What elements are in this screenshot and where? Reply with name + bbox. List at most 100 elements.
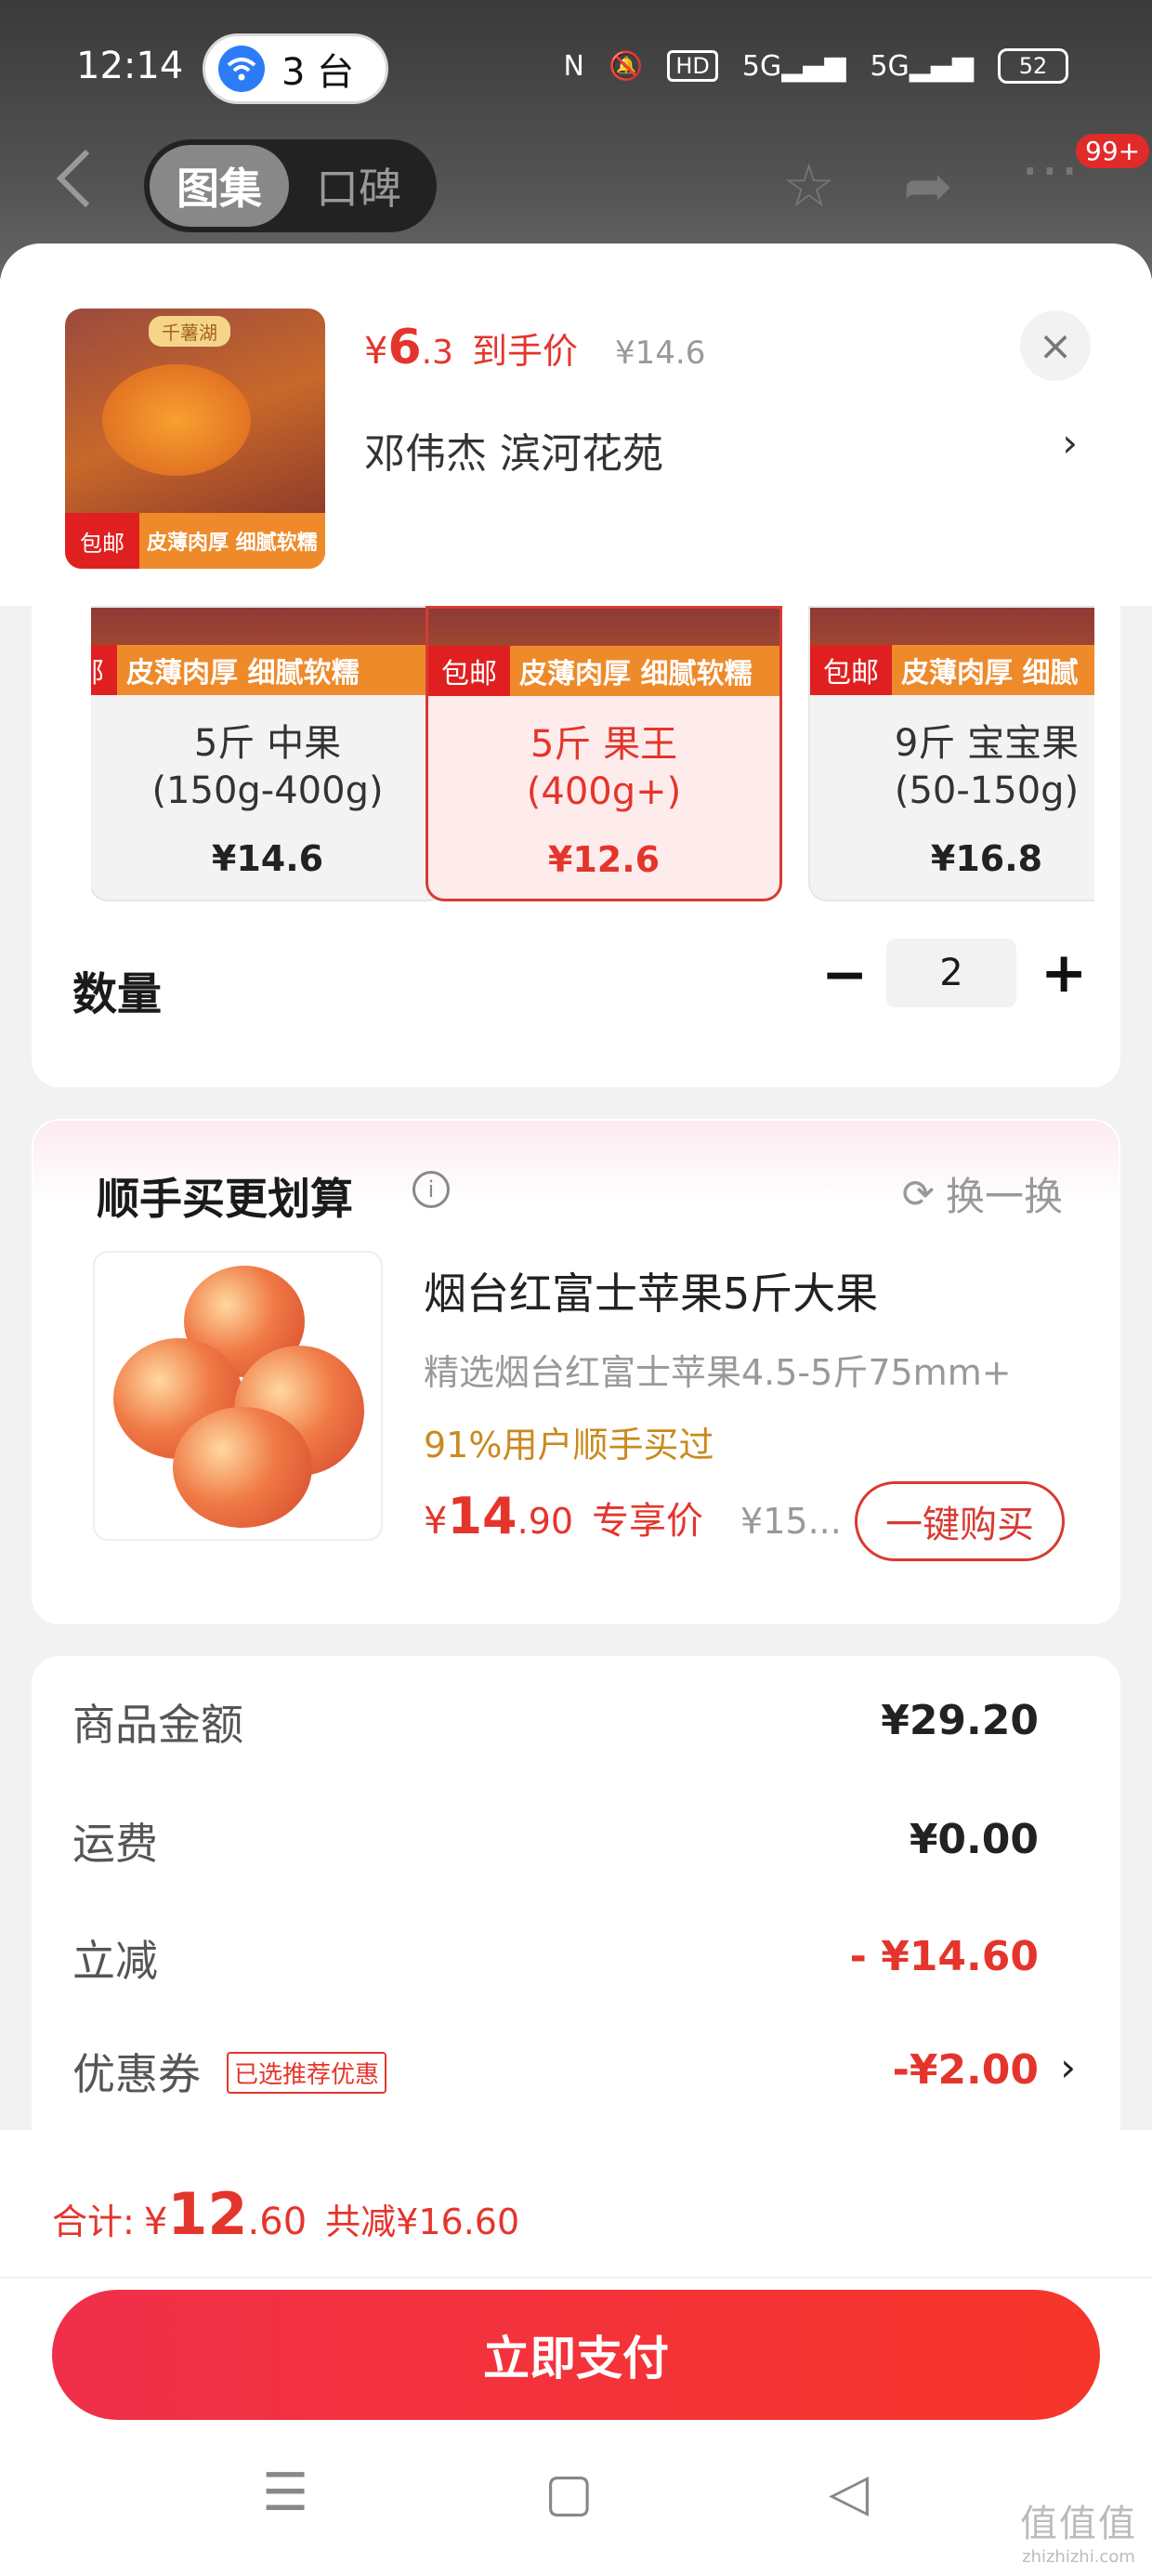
quantity-label: 数量	[72, 968, 163, 1020]
fee-label: 商品金额	[72, 1700, 243, 1750]
option-price: ¥14.6	[211, 838, 324, 879]
back-arrow-icon[interactable]	[56, 149, 115, 208]
option-strip: 包邮 皮薄肉厚 细腻软糯	[91, 645, 444, 695]
watermark: 值值值 zhizhizhi.com	[1020, 2493, 1137, 2567]
divider	[0, 2277, 1152, 2279]
back-icon[interactable]: ◁	[829, 2463, 869, 2523]
top-nav: 图集 口碑 ☆ ➦ ⋯ 99+	[0, 134, 1152, 232]
option-strip: 包邮 皮薄肉厚 细腻	[810, 645, 1094, 695]
option-name: 9斤 宝宝果	[894, 722, 1080, 765]
option-price: ¥12.6	[547, 839, 661, 880]
tab-reviews[interactable]: 口碑	[289, 155, 428, 217]
apple-product-image[interactable]	[93, 1251, 383, 1541]
option-weight: (50-150g)	[894, 769, 1080, 812]
fee-value: ¥29.20	[881, 1697, 1039, 1744]
total-saved: 共减¥16.60	[325, 2201, 520, 2242]
more-icon[interactable]: ⋯	[1020, 136, 1080, 204]
info-icon[interactable]: i	[412, 1171, 450, 1208]
sheet-header: 千薯湖 包邮 皮薄肉厚 细腻软糯 ¥ 6 .3 到手价 ¥14.6 邓伟杰 滨河…	[0, 243, 1152, 606]
upsell-card: 顺手买更划算 i ⟳ 换一换 烟台红富士苹果5斤大果 精选烟台红富士苹果4.5-…	[32, 1119, 1120, 1624]
hotspot-count: 3 台	[281, 51, 355, 94]
fee-label: 运费	[72, 1819, 158, 1869]
status-icons: N 🔕 HD 5G▂▄▆ 5G▂▄▆ 52	[564, 48, 1068, 84]
quantity-input[interactable]: 2	[886, 939, 1016, 1007]
price-currency: ¥	[364, 330, 388, 373]
delivery-address[interactable]: 邓伟杰 滨河花苑	[364, 420, 663, 480]
option-baoyou: 包邮	[91, 645, 117, 695]
spec-option-3[interactable]: 包邮 皮薄肉厚 细腻 9斤 宝宝果 (50-150g) ¥16.8	[808, 606, 1094, 901]
hd-icon: HD	[667, 50, 718, 82]
checkout-footer: 合计: ¥ 12 .60 共减¥16.60 立即支付 ☰ ▢ ◁ 值值值 zhi…	[0, 2130, 1152, 2576]
upsell-price-integer: 14	[447, 1487, 517, 1545]
upsell-product-name[interactable]: 烟台红富士苹果5斤大果	[424, 1260, 878, 1321]
total-integer: 12	[167, 2180, 248, 2248]
chevron-right-icon[interactable]: ›	[1060, 2044, 1076, 2090]
status-bar: 12:14 3 台 N 🔕 HD 5G▂▄▆ 5G▂▄▆ 52	[0, 0, 1152, 139]
option-strip-text: 皮薄肉厚 细腻软糯	[519, 658, 753, 690]
option-price: ¥16.8	[930, 838, 1043, 879]
pay-now-button[interactable]: 立即支付	[52, 2290, 1100, 2420]
total-label: 合计:	[52, 2201, 135, 2242]
signal-5g-icon-2: 5G▂▄▆	[870, 49, 974, 83]
home-icon[interactable]: ▢	[544, 2463, 594, 2523]
system-nav: ☰ ▢ ◁	[0, 2453, 1152, 2556]
upsell-original-price: ¥15...	[740, 1501, 842, 1542]
fee-label: 立减	[72, 1936, 158, 1986]
watermark-text: 值值值	[1020, 2503, 1137, 2545]
one-click-buy-button[interactable]: 一键购买	[855, 1481, 1065, 1561]
menu-icon[interactable]: ☰	[262, 2463, 308, 2523]
mute-bell-icon: 🔕	[608, 49, 644, 83]
price-label: 到手价	[472, 331, 579, 372]
product-thumbnail: 千薯湖 包邮 皮薄肉厚 细腻软糯	[65, 309, 325, 569]
coupon-row[interactable]: 优惠券 已选推荐优惠 -¥2.00 ›	[72, 2041, 1076, 2115]
final-price: ¥ 6 .3 到手价 ¥14.6	[364, 320, 705, 375]
option-strip-text: 皮薄肉厚 细腻软糯	[126, 657, 360, 690]
nfc-icon: N	[563, 49, 584, 83]
wifi-hotspot-icon	[218, 46, 265, 92]
option-strip-text: 皮薄肉厚 细腻	[901, 657, 1079, 690]
fee-value: -¥2.00	[892, 2046, 1039, 2094]
fee-row: 立减 - ¥14.60	[72, 1927, 1076, 2002]
thumb-baoyou: 包邮	[65, 513, 139, 569]
message-badge: 99+	[1076, 134, 1150, 168]
thumb-brand-tag: 千薯湖	[149, 316, 230, 347]
share-icon[interactable]: ➦	[903, 152, 953, 221]
fee-label: 优惠券	[72, 2049, 201, 2099]
sweet-potato-image	[102, 364, 251, 476]
upsell-stat: 91%用户顺手买过	[424, 1425, 714, 1465]
option-weight: (400g+)	[526, 770, 682, 813]
tab-gallery[interactable]: 图集	[150, 145, 289, 227]
upsell-product-desc: 精选烟台红富士苹果4.5-5斤75mm+	[424, 1352, 1012, 1393]
price-integer: 6	[387, 320, 422, 375]
signal-5g-icon: 5G▂▄▆	[741, 49, 846, 83]
upsell-price-label: 专享价	[592, 1500, 704, 1543]
apple-graphic	[173, 1407, 312, 1528]
clock: 12:14	[76, 45, 184, 87]
fee-row: 商品金额 ¥29.20	[72, 1691, 1076, 1766]
spec-options: 包邮 皮薄肉厚 细腻软糯 5斤 中果 (150g-400g) ¥14.6 包邮 …	[91, 606, 1094, 903]
quantity-plus-button[interactable]: +	[1041, 940, 1087, 1005]
close-button[interactable]: ×	[1020, 310, 1091, 381]
star-icon[interactable]: ☆	[782, 152, 835, 221]
quantity-minus-button[interactable]: −	[821, 942, 868, 1007]
total-decimal: .60	[247, 2201, 308, 2243]
total-currency: ¥	[143, 2201, 168, 2243]
watermark-url: zhizhizhi.com	[1022, 2547, 1135, 2567]
thumb-strip: 包邮 皮薄肉厚 细腻软糯	[65, 513, 325, 569]
fee-value: ¥0.00	[909, 1816, 1039, 1863]
option-name: 5斤 果王	[530, 723, 678, 766]
swap-button[interactable]: ⟳ 换一换	[902, 1165, 1063, 1222]
spec-option-1[interactable]: 包邮 皮薄肉厚 细腻软糯 5斤 中果 (150g-400g) ¥14.6	[91, 606, 446, 901]
upsell-price-decimal: .90	[517, 1501, 574, 1542]
swap-label: 换一换	[945, 1174, 1063, 1219]
tab-switcher: 图集 口碑	[144, 139, 437, 232]
upsell-price: ¥ 14 .90 专享价 ¥15...	[424, 1487, 842, 1545]
option-strip: 包邮 皮薄肉厚 细腻软糯	[428, 646, 779, 696]
chevron-right-icon[interactable]: ›	[1062, 420, 1078, 466]
hotspot-indicator[interactable]: 3 台	[203, 33, 388, 104]
fee-breakdown: 商品金额 ¥29.20 运费 ¥0.00 立减 - ¥14.60 优惠券 已选推…	[32, 1656, 1120, 2176]
original-price: ¥14.6	[615, 335, 706, 372]
fee-value: - ¥14.60	[849, 1933, 1039, 1980]
spec-option-2[interactable]: 包邮 皮薄肉厚 细腻软糯 5斤 果王 (400g+) ¥12.6	[425, 606, 782, 901]
option-baoyou: 包邮	[428, 646, 510, 696]
